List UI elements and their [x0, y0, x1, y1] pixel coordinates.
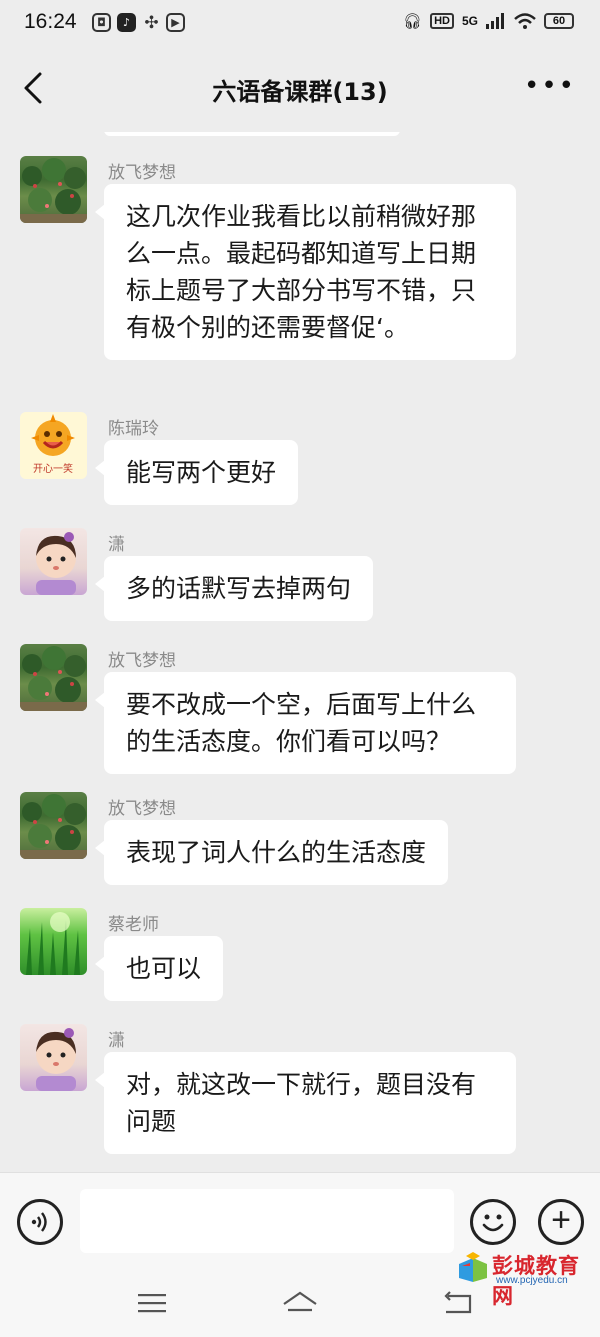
emoji-button[interactable]	[470, 1199, 516, 1245]
watermark-url: www.pcjyedu.cn	[496, 1275, 568, 1286]
message-bubble[interactable]: 这几次作业我看比以前稍微好那么一点。最起码都知道写上日期标上题号了大部分书写不错…	[95, 184, 516, 360]
sender-name: 放飞梦想	[108, 163, 176, 183]
voice-input-button[interactable]	[17, 1199, 63, 1245]
message-input[interactable]	[80, 1189, 454, 1253]
status-time: 16:24	[24, 10, 77, 33]
more-options-button[interactable]: •••	[524, 73, 576, 99]
sender-name: 潇	[108, 1031, 125, 1051]
girl-avatar-image	[36, 532, 76, 595]
menu-button[interactable]	[132, 1288, 172, 1318]
back-nav-button[interactable]	[438, 1288, 478, 1318]
video-app-icon: ▶	[166, 13, 185, 32]
smile-icon	[482, 1214, 504, 1232]
headphone-icon: 🎧︎	[403, 13, 423, 30]
app-notification-icon: ◘	[92, 13, 111, 32]
plus-icon: +	[551, 1201, 571, 1239]
message-bubble[interactable]: 也可以	[94, 936, 224, 1001]
avatar[interactable]	[20, 908, 87, 975]
avatar[interactable]	[20, 156, 87, 223]
sender-name: 潇	[108, 535, 125, 555]
sender-name: 蔡老师	[108, 915, 159, 935]
sender-name: 放飞梦想	[108, 651, 176, 671]
avatar[interactable]	[20, 644, 87, 711]
green-avatar-image	[26, 912, 80, 975]
sun-avatar-caption: 开心一笑	[33, 462, 73, 475]
garden-avatar-image	[20, 158, 87, 223]
chat-message-list[interactable]: 放飞梦想 这几次作业我看比以前稍微好那么一点。最起码都知道写上日期标上题号了大部…	[0, 132, 600, 1172]
message-bubble[interactable]: 能写两个更好	[94, 440, 299, 505]
menu-icon	[138, 1294, 166, 1313]
girl-avatar-image	[36, 1028, 76, 1091]
avatar[interactable]: 开心一笑	[20, 412, 87, 479]
home-icon	[283, 1291, 317, 1312]
book-logo-icon	[459, 1252, 487, 1282]
pinwheel-icon: ✣	[144, 12, 159, 33]
site-watermark: 彭城教育网 www.pcjyedu.cn	[456, 1250, 596, 1308]
status-indicators: 🎧︎ HD 5G 60	[403, 12, 574, 30]
message-bubble[interactable]: 多的话默写去掉两句	[94, 556, 374, 621]
wifi-icon	[514, 13, 536, 29]
avatar[interactable]	[20, 528, 87, 595]
chat-title: 六语备课群(13)	[212, 78, 388, 106]
back-arrow-icon	[444, 1291, 472, 1314]
chat-header: 六语备课群(13) •••	[0, 46, 600, 132]
avatar[interactable]	[20, 1024, 87, 1091]
hd-icon: HD	[430, 13, 454, 29]
more-dots-icon: •••	[523, 71, 576, 101]
home-button[interactable]	[280, 1288, 320, 1318]
message-bubble[interactable]: 表现了词人什么的生活态度	[94, 820, 449, 885]
garden-avatar-image	[20, 794, 87, 859]
tiktok-icon: ♪	[117, 13, 136, 32]
avatar[interactable]	[20, 792, 87, 859]
message-bubble[interactable]: 对，就这改一下就行，题目没有问题	[95, 1052, 516, 1154]
sender-name: 陈瑞玲	[108, 419, 159, 439]
battery-indicator: 60	[544, 13, 574, 29]
signal-icon	[486, 13, 504, 29]
message-bubble[interactable]: 要不改成一个空，后面写上什么的生活态度。你们看可以吗？	[95, 672, 516, 774]
status-bar: 16:24 ◘ ♪ ✣ ▶ 🎧︎ HD 5G 60	[0, 0, 600, 46]
network-label: 5G	[461, 14, 478, 28]
previous-message-bubble	[104, 132, 400, 136]
voice-icon	[31, 1212, 47, 1232]
sun-avatar-image: 开心一笑	[31, 414, 75, 475]
garden-avatar-image	[20, 646, 87, 711]
sender-name: 放飞梦想	[108, 799, 176, 819]
more-actions-button[interactable]: +	[538, 1199, 584, 1245]
